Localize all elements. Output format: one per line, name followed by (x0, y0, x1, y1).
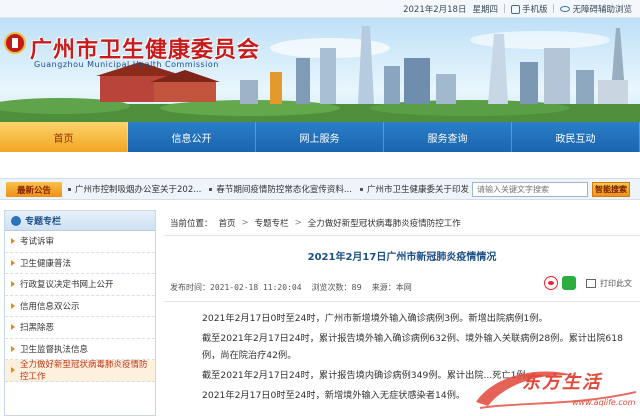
site-banner: 广州市卫生健康委员会 Guangzhou Municipal Health Co… (0, 18, 640, 122)
breadcrumb-topics[interactable]: 专题专栏 (255, 217, 289, 229)
health-commission-logo[interactable] (4, 32, 26, 54)
weibo-share-icon[interactable] (544, 276, 558, 290)
main-navigation: 首页 信息公开 网上服务 服务查询 政民互动 (0, 122, 640, 152)
nav-home[interactable]: 首页 (0, 122, 128, 152)
arrow-right-icon (11, 302, 15, 309)
nav-public-interaction[interactable]: 政民互动 (512, 122, 640, 152)
watermark-url: www.aqlife.com (572, 398, 636, 407)
nav-online-services[interactable]: 网上服务 (256, 122, 384, 152)
sidebar-item-covid-control[interactable]: 全力做好新型冠状病毒肺炎疫情防控工作 (5, 360, 155, 382)
arrow-right-icon (11, 238, 15, 245)
sidebar-item-exam-appeal[interactable]: 考试诉审 (5, 231, 155, 253)
watermark-text: 东方生活 (522, 372, 602, 393)
accessibility-icon (560, 6, 571, 12)
search-input[interactable] (472, 182, 588, 197)
article-title: 2021年2月17日广州市新冠肺炎疫情情况 (307, 252, 497, 263)
topic-icon (11, 215, 21, 226)
divider (503, 4, 505, 13)
breadcrumb-separator: > (241, 217, 249, 228)
sidebar-title: 专题专栏 (25, 217, 62, 227)
divider (164, 301, 640, 302)
article-paragraph: 2021年2月17日0时至24时，广州市新增境外输入确诊病例3例。新增出院病例1… (202, 313, 548, 324)
mobile-icon (510, 4, 520, 14)
site-subtitle: Guangzhou Municipal Health Commission (34, 60, 219, 69)
article-source: 来源：本网 (371, 282, 412, 292)
bullet-icon (68, 188, 71, 191)
print-link[interactable]: 打印此文 (600, 278, 632, 289)
share-tools: 打印此文 (544, 276, 632, 290)
sidebar-item-anti-crime[interactable]: 扫黑除恶 (5, 317, 155, 339)
breadcrumb-covid[interactable]: 全力做好新型冠状病毒肺炎疫情防控工作 (308, 217, 461, 229)
breadcrumb-prefix: 当前位置： (170, 218, 213, 229)
article-paragraph: 截至2021年2月17日24时，累计报告境外输入确诊病例632例、境外输入关联病… (202, 333, 623, 361)
bullet-icon (209, 188, 213, 191)
view-count: 浏览次数：89 (311, 282, 362, 292)
wechat-share-icon[interactable] (562, 276, 576, 290)
notice-list: 广州市控制吸烟办公室关于202... 春节期间疫情防控常态化宣传资料... 广州… (68, 179, 503, 199)
arrow-right-icon (11, 345, 15, 352)
sidebar-item-admin-review[interactable]: 行政复议决定书网上公开 (5, 274, 155, 296)
current-weekday: 星期四 (472, 4, 498, 15)
nav-info-disclosure[interactable]: 信息公开 (128, 122, 256, 152)
latest-notice-bar: 最新公告 广州市控制吸烟办公室关于202... 春节期间疫情防控常态化宣传资料.… (0, 178, 640, 200)
sidebar-item-supervision[interactable]: 卫生监督执法信息 (5, 339, 155, 360)
breadcrumb-separator: > (294, 217, 302, 228)
arrow-right-icon (11, 281, 15, 288)
latest-notice-tag: 最新公告 (6, 182, 62, 197)
nav-service-query[interactable]: 服务查询 (384, 122, 512, 152)
breadcrumb-home[interactable]: 首页 (219, 217, 236, 229)
publish-time: 发布时间：2021-02-18 11:20:04 (170, 282, 302, 292)
sidebar-header: 专题专栏 (5, 211, 155, 231)
divider (553, 4, 555, 13)
arrow-right-icon (11, 259, 15, 266)
sidebar-item-credit-info[interactable]: 信用信息双公示 (5, 296, 155, 317)
mobile-version-link[interactable]: 手机版 (510, 3, 547, 15)
sidebar-item-health-law[interactable]: 卫生健康普法 (5, 253, 155, 274)
top-bar: 2021年2月18日 星期四 手机版 无障碍辅助浏览 (0, 0, 640, 18)
current-date: 2021年2月18日 (403, 4, 467, 15)
arrow-right-icon (11, 324, 15, 331)
special-topics-sidebar: 专题专栏 考试诉审 卫生健康普法 行政复议决定书网上公开 信用信息双公示 扫黑除… (4, 210, 156, 416)
accessible-browse-link[interactable]: 无障碍辅助浏览 (560, 3, 632, 15)
notice-item[interactable]: 春节期间疫情防控常态化宣传资料... (209, 183, 352, 195)
breadcrumb: 当前位置： 首页 > 专题专栏 > 全力做好新型冠状病毒肺炎疫情防控工作 (164, 210, 640, 236)
notice-item[interactable]: 广州市控制吸烟办公室关于202... (68, 183, 201, 195)
print-icon[interactable] (586, 278, 596, 288)
smart-search-button[interactable]: 智能搜索 (592, 182, 630, 197)
bullet-icon (359, 188, 363, 191)
arrow-right-icon (11, 367, 15, 374)
